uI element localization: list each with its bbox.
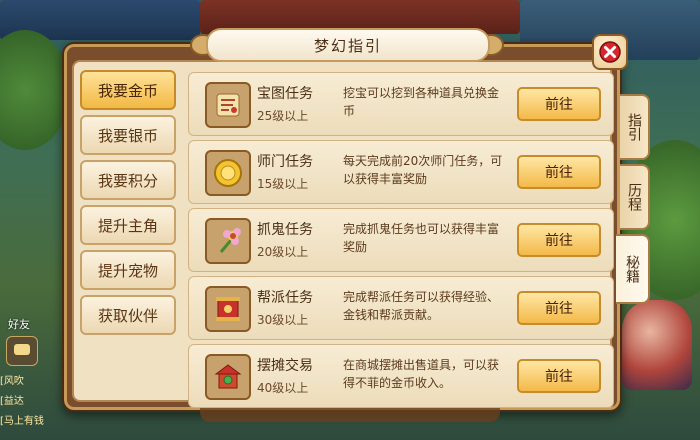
market-stall-icon [205, 354, 251, 400]
dialog-title: 梦幻指引 [206, 28, 490, 62]
task-name: 抓鬼任务 [257, 222, 313, 238]
go-button[interactable]: 前往 [517, 223, 601, 257]
flower-icon [205, 218, 251, 264]
chat-bubble-icon[interactable] [6, 336, 38, 366]
task-description: 每天完成前20次师门任务，可以获得丰富奖励 [343, 154, 503, 186]
task-level: 15级以上 [257, 177, 309, 191]
task-name: 师门任务 [257, 154, 313, 170]
dialog-bottom-edge [200, 408, 500, 422]
tab-label: 指引 [626, 113, 642, 141]
tab-history[interactable]: 历程 [620, 164, 650, 230]
go-button-label: 前往 [545, 165, 573, 181]
task-description: 挖宝可以挖到各种道具兑换金币 [343, 86, 500, 118]
go-button-label: 前往 [545, 369, 573, 385]
task-level: 25级以上 [257, 109, 309, 123]
category-label: 我要银币 [97, 126, 158, 145]
chat-line: [风吹 [0, 376, 24, 387]
go-button[interactable]: 前往 [517, 359, 601, 393]
tab-secrets[interactable]: 秘籍 [616, 234, 650, 304]
close-button[interactable] [592, 34, 628, 70]
task-name: 帮派任务 [257, 290, 313, 306]
category-label: 我要积分 [97, 171, 158, 190]
category-label: 我要金币 [97, 81, 158, 100]
task-row: 帮派任务 30级以上 完成帮派任务可以获得经验、金钱和帮派贡献。 前往 [188, 276, 614, 340]
close-icon [599, 41, 621, 63]
chat-line: [益达 [0, 396, 24, 407]
dialog-title-text: 梦幻指引 [313, 36, 382, 55]
category-button-gold[interactable]: 我要金币 [80, 70, 176, 110]
tab-label: 历程 [626, 183, 642, 211]
go-button[interactable]: 前往 [517, 155, 601, 189]
task-row: 师门任务 15级以上 每天完成前20次师门任务，可以获得丰富奖励 前往 [188, 140, 614, 204]
scroll-banner-icon [205, 286, 251, 332]
tab-guide[interactable]: 指引 [620, 94, 650, 160]
task-level: 40级以上 [257, 381, 309, 395]
category-button-upgrade-hero[interactable]: 提升主角 [80, 205, 176, 245]
category-button-upgrade-pet[interactable]: 提升宠物 [80, 250, 176, 290]
category-label: 提升宠物 [97, 261, 158, 280]
task-name: 摆摊交易 [257, 358, 313, 374]
friend-label: 好友 [8, 318, 30, 331]
task-row: 抓鬼任务 20级以上 完成抓鬼任务也可以获得丰富奖励 前往 [188, 208, 614, 272]
gold-coin-icon [205, 150, 251, 196]
task-name: 宝图任务 [257, 86, 313, 102]
category-button-get-partner[interactable]: 获取伙伴 [80, 295, 176, 335]
go-button-label: 前往 [545, 97, 573, 113]
chat-line: [马上有钱 [0, 416, 44, 427]
treasure-map-icon [205, 82, 251, 128]
task-row: 宝图任务 25级以上 挖宝可以挖到各种道具兑换金币 前往 [188, 72, 614, 136]
task-level: 20级以上 [257, 245, 309, 259]
category-button-points[interactable]: 我要积分 [80, 160, 176, 200]
task-description: 完成帮派任务可以获得经验、金钱和帮派贡献。 [343, 290, 500, 322]
category-label: 获取伙伴 [97, 306, 158, 325]
go-button[interactable]: 前往 [517, 87, 601, 121]
scene-tree [0, 30, 70, 150]
category-label: 提升主角 [97, 216, 158, 235]
category-button-silver[interactable]: 我要银币 [80, 115, 176, 155]
go-button-label: 前往 [545, 233, 573, 249]
task-level: 30级以上 [257, 313, 309, 327]
go-button-label: 前往 [545, 301, 573, 317]
task-description: 在商城摆摊出售道具，可以获得不菲的金币收入。 [343, 358, 500, 390]
task-description: 完成抓鬼任务也可以获得丰富奖励 [343, 222, 500, 254]
task-row: 摆摊交易 40级以上 在商城摆摊出售道具，可以获得不菲的金币收入。 前往 [188, 344, 614, 408]
go-button[interactable]: 前往 [517, 291, 601, 325]
tab-label: 秘籍 [624, 255, 640, 283]
scene-character [622, 300, 692, 390]
